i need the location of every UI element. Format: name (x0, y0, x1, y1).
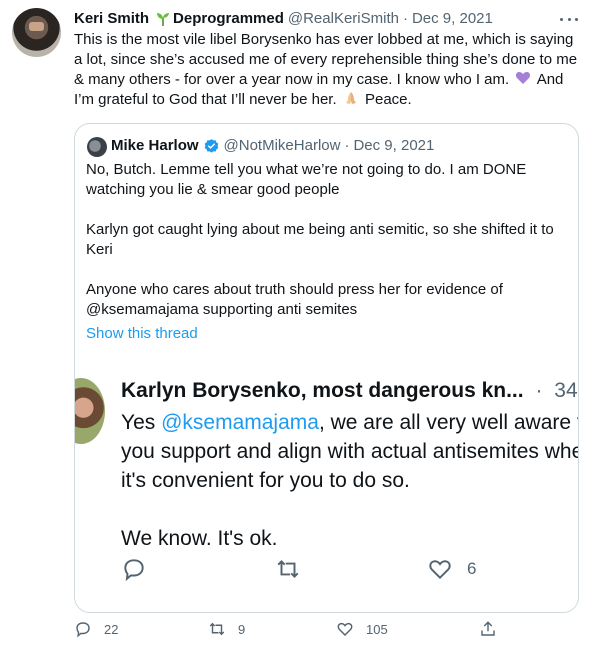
quote-date[interactable]: Dec 9, 2021 (353, 136, 434, 156)
embedded-reply (121, 556, 147, 582)
tweet-text-part1: This is the most vile libel Borysenko ha… (74, 31, 578, 88)
embedded-separator: · (535, 379, 543, 402)
tweet-text: This is the most vile libel Borysenko ha… (74, 30, 584, 110)
embedded-line2: you support and align with actual antise… (121, 440, 579, 463)
more-icon[interactable] (560, 9, 578, 29)
praying-hands-icon (345, 92, 356, 104)
embedded-author-name: Karlyn Borysenko, most dangerous kn... (121, 379, 524, 402)
like-count: 105 (366, 621, 388, 637)
embedded-mention: @ksemamajama (161, 411, 319, 434)
reply-count: 22 (104, 621, 119, 637)
tweet-date[interactable]: Dec 9, 2021 (412, 9, 493, 29)
tweet-text-part3: Peace. (364, 91, 412, 108)
share-button[interactable] (479, 620, 509, 638)
quote-text: No, Butch. Lemme tell you what we’re not… (86, 160, 571, 320)
embedded-like-count: 6 (467, 559, 477, 578)
reply-icon (76, 622, 90, 638)
author-avatar[interactable] (12, 8, 61, 57)
quote-header: Mike Harlow @NotMikeHarlow · Dec 9, 2021 (111, 136, 434, 156)
quote-author-name[interactable]: Mike Harlow (111, 136, 199, 156)
retweet-icon (209, 622, 225, 636)
share-icon (481, 621, 495, 636)
tweet-header: Keri Smith Deprogrammed @RealKeriSmith ·… (74, 9, 493, 29)
show-thread-link[interactable]: Show this thread (86, 324, 198, 344)
embedded-actions: 6 (75, 556, 578, 586)
embedded-author-avatar (75, 378, 105, 444)
quote-separator: · (344, 137, 350, 154)
like-button[interactable]: 105 (336, 620, 388, 638)
retweet-button[interactable]: 9 (208, 620, 245, 638)
embedded-line4: We know. It's ok. (121, 527, 278, 550)
purple-heart-icon (516, 72, 531, 84)
reply-button[interactable]: 22 (74, 620, 118, 638)
embedded-line3: it's convenient for you to do so. (121, 469, 410, 492)
embedded-text: Yes @ksemamajama, we are all very well a… (121, 408, 579, 553)
quoted-tweet[interactable]: Mike Harlow @NotMikeHarlow · Dec 9, 2021… (74, 123, 579, 613)
embedded-retweet (275, 556, 301, 582)
embedded-like: 6 (427, 556, 476, 582)
sprout-icon (157, 13, 170, 26)
quote-paragraph: Karlyn got caught lying about me being a… (86, 221, 554, 258)
quote-paragraph: Anyone who cares about truth should pres… (86, 281, 503, 318)
quote-paragraph: No, Butch. Lemme tell you what we’re not… (86, 161, 527, 198)
embedded-line1-suffix: , we are all very well aware tha (318, 411, 579, 434)
tweet: Keri Smith Deprogrammed @RealKeriSmith ·… (0, 0, 601, 645)
retweet-icon (277, 560, 299, 578)
embedded-screenshot[interactable]: Karlyn Borysenko, most dangerous kn... ·… (75, 360, 579, 612)
quote-author-handle[interactable]: @NotMikeHarlow (224, 136, 341, 156)
author-handle[interactable]: @RealKeriSmith (288, 9, 399, 29)
like-icon (337, 622, 353, 637)
author-name[interactable]: Keri Smith (74, 9, 149, 29)
author-badge: Deprogrammed (173, 10, 284, 27)
separator: · (402, 10, 408, 27)
like-icon (429, 560, 451, 580)
quote-author-avatar[interactable] (87, 137, 107, 157)
embedded-line1-prefix: Yes (121, 411, 162, 434)
embedded-header: Karlyn Borysenko, most dangerous kn... ·… (121, 378, 578, 404)
embedded-time: 34m (554, 379, 578, 402)
reply-icon (124, 559, 144, 582)
tweet-actions: 22 9 105 (74, 620, 504, 642)
retweet-count: 9 (238, 621, 246, 637)
verified-icon (204, 138, 218, 153)
